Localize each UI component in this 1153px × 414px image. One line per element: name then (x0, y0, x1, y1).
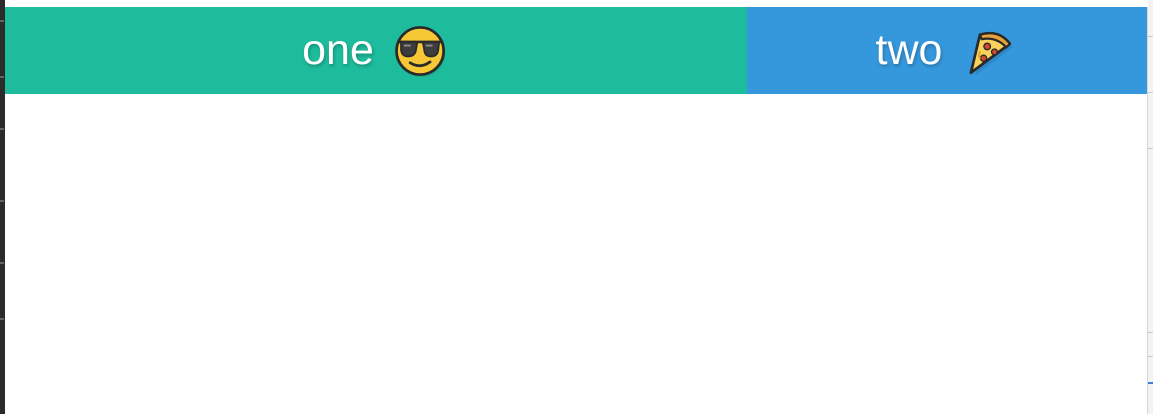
panel-accent (1148, 382, 1153, 384)
edge-tick (0, 20, 4, 22)
panel-mark (1148, 148, 1153, 149)
tab-content-area (5, 94, 1147, 414)
side-panel-edge (1148, 0, 1153, 414)
edge-tick (0, 76, 4, 78)
edge-tick (0, 262, 4, 264)
edge-tick (0, 200, 4, 202)
tab-one[interactable]: one (5, 7, 747, 94)
panel-mark (1148, 332, 1153, 333)
pizza-slice-icon (960, 22, 1018, 80)
sunglasses-face-icon (392, 22, 450, 80)
tab-bar: one two (5, 7, 1147, 94)
panel-mark (1148, 92, 1153, 93)
panel-mark (1148, 356, 1153, 357)
edge-tick (0, 318, 4, 320)
tab-label: one (302, 26, 374, 74)
top-strip (5, 0, 1147, 7)
panel-mark (1148, 36, 1153, 37)
tab-two[interactable]: two (747, 7, 1147, 94)
tab-label: two (875, 26, 943, 74)
edge-tick (0, 128, 4, 130)
